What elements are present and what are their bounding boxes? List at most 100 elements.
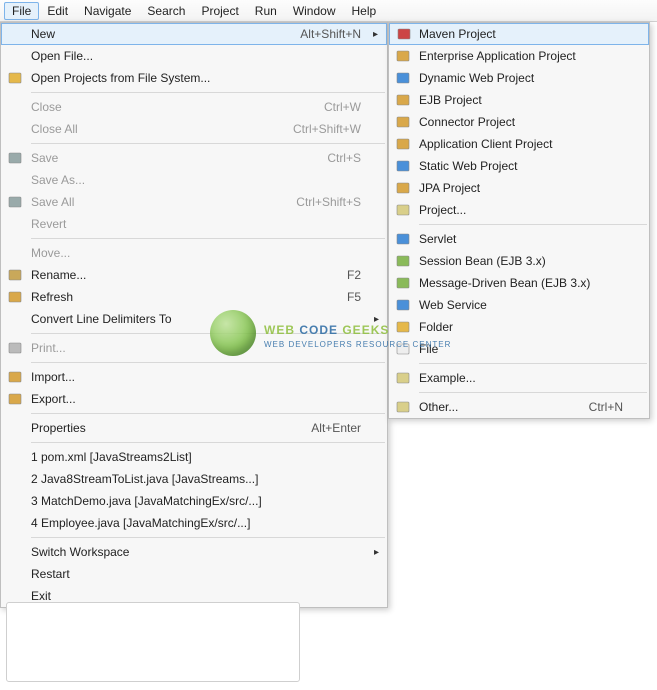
new-menu-item[interactable]: Static Web Project [389, 155, 649, 177]
menubar-item-run[interactable]: Run [247, 2, 285, 20]
menu-item-label: 2 Java8StreamToList.java [JavaStreams...… [31, 472, 361, 486]
menu-item-label: Properties [31, 421, 291, 435]
file-menu-item[interactable]: Export... [1, 388, 387, 410]
file-menu-item[interactable]: 1 pom.xml [JavaStreams2List] [1, 446, 387, 468]
new-menu-item[interactable]: Enterprise Application Project [389, 45, 649, 67]
print-icon [7, 340, 23, 356]
menu-item-label: Convert Line Delimiters To [31, 312, 361, 326]
mdb-icon [395, 275, 411, 291]
ear-project-icon [395, 48, 411, 64]
file-menu-item[interactable]: Open Projects from File System... [1, 67, 387, 89]
menu-item-accel: Ctrl+N [589, 400, 623, 414]
menu-separator [31, 537, 385, 538]
new-menu-item[interactable]: EJB Project [389, 89, 649, 111]
menu-item-label: Static Web Project [419, 159, 623, 173]
menu-item-label: Rename... [31, 268, 327, 282]
file-menu-item[interactable]: Convert Line Delimiters To▸ [1, 308, 387, 330]
ejb-project-icon [395, 92, 411, 108]
example-icon [395, 370, 411, 386]
export-icon [7, 391, 23, 407]
new-menu-item[interactable]: Web Service [389, 294, 649, 316]
refresh-icon [7, 289, 23, 305]
new-menu-item[interactable]: Example... [389, 367, 649, 389]
file-menu-item[interactable]: Save As... [1, 169, 387, 191]
menu-item-accel: Ctrl+S [327, 151, 361, 165]
other-icon [395, 399, 411, 415]
menubar-item-window[interactable]: Window [285, 2, 344, 20]
web-project-icon [395, 70, 411, 86]
menubar-item-navigate[interactable]: Navigate [76, 2, 139, 20]
menu-item-label: Save As... [31, 173, 361, 187]
new-menu-item[interactable]: Folder [389, 316, 649, 338]
menu-item-label: Session Bean (EJB 3.x) [419, 254, 623, 268]
menu-item-label: Revert [31, 217, 361, 231]
file-menu-item[interactable]: Save AllCtrl+Shift+S [1, 191, 387, 213]
file-menu-item[interactable]: Move... [1, 242, 387, 264]
menubar-item-file[interactable]: File [4, 2, 39, 20]
menu-item-label: Web Service [419, 298, 623, 312]
menu-item-label: JPA Project [419, 181, 623, 195]
file-menu-dropdown: NewAlt+Shift+N▸Open File... Open Projects… [0, 22, 388, 608]
menubar-item-edit[interactable]: Edit [39, 2, 76, 20]
menu-separator [31, 143, 385, 144]
menu-item-label: Other... [419, 400, 569, 414]
file-menu-item[interactable]: RefreshF5 [1, 286, 387, 308]
file-menu-item[interactable]: Restart [1, 563, 387, 585]
menu-item-label: Print... [31, 341, 361, 355]
menubar-item-project[interactable]: Project [193, 2, 246, 20]
new-menu-item[interactable]: Application Client Project [389, 133, 649, 155]
submenu-arrow-icon: ▸ [373, 29, 378, 40]
menu-item-label: Enterprise Application Project [419, 49, 623, 63]
menu-item-label: EJB Project [419, 93, 623, 107]
file-menu-item[interactable]: Open File... [1, 45, 387, 67]
menu-item-label: Dynamic Web Project [419, 71, 623, 85]
new-menu-item[interactable]: File [389, 338, 649, 360]
new-menu-item[interactable]: Dynamic Web Project [389, 67, 649, 89]
menu-item-label: Example... [419, 371, 623, 385]
menu-item-label: Folder [419, 320, 623, 334]
new-menu-item[interactable]: Maven Project [389, 23, 649, 45]
file-menu-item[interactable]: Rename...F2 [1, 264, 387, 286]
new-menu-item[interactable]: Project... [389, 199, 649, 221]
new-menu-item[interactable]: Servlet [389, 228, 649, 250]
background-panel [6, 602, 300, 682]
project-icon [395, 202, 411, 218]
file-menu-item[interactable]: Switch Workspace▸ [1, 541, 387, 563]
menu-separator [31, 413, 385, 414]
file-menu-item[interactable]: PropertiesAlt+Enter [1, 417, 387, 439]
menu-item-label: 1 pom.xml [JavaStreams2List] [31, 450, 361, 464]
new-menu-item[interactable]: Connector Project [389, 111, 649, 133]
file-menu-item[interactable]: Close AllCtrl+Shift+W [1, 118, 387, 140]
menubar-item-help[interactable]: Help [344, 2, 385, 20]
file-menu-item[interactable]: SaveCtrl+S [1, 147, 387, 169]
menu-item-label: 3 MatchDemo.java [JavaMatchingEx/src/...… [31, 494, 361, 508]
menubar: FileEditNavigateSearchProjectRunWindowHe… [0, 0, 657, 22]
file-menu-item[interactable]: 4 Employee.java [JavaMatchingEx/src/...] [1, 512, 387, 534]
new-menu-item[interactable]: Message-Driven Bean (EJB 3.x) [389, 272, 649, 294]
file-menu-item[interactable]: 3 MatchDemo.java [JavaMatchingEx/src/...… [1, 490, 387, 512]
menu-item-label: New [31, 27, 280, 41]
menu-separator [31, 92, 385, 93]
menu-item-label: Move... [31, 246, 361, 260]
menu-item-label: Close All [31, 122, 273, 136]
file-menu-item[interactable]: CloseCtrl+W [1, 96, 387, 118]
file-menu-item[interactable]: NewAlt+Shift+N▸ [1, 23, 387, 45]
servlet-icon [395, 231, 411, 247]
connector-project-icon [395, 114, 411, 130]
menu-item-label: 4 Employee.java [JavaMatchingEx/src/...] [31, 516, 361, 530]
menubar-item-search[interactable]: Search [139, 2, 193, 20]
file-menu-item[interactable]: Revert [1, 213, 387, 235]
file-menu-item[interactable]: Import... [1, 366, 387, 388]
new-menu-item[interactable]: Other... Ctrl+N [389, 396, 649, 418]
menu-item-label: Refresh [31, 290, 327, 304]
menu-item-label: Open Projects from File System... [31, 71, 361, 85]
menu-item-label: Application Client Project [419, 137, 623, 151]
new-menu-item[interactable]: Session Bean (EJB 3.x) [389, 250, 649, 272]
file-menu-item[interactable]: 2 Java8StreamToList.java [JavaStreams...… [1, 468, 387, 490]
menu-item-label: Restart [31, 567, 361, 581]
menu-item-label: Servlet [419, 232, 623, 246]
menu-item-label: Export... [31, 392, 361, 406]
new-menu-item[interactable]: JPA Project [389, 177, 649, 199]
file-menu-item[interactable]: Print... [1, 337, 387, 359]
menu-item-label: Switch Workspace [31, 545, 361, 559]
